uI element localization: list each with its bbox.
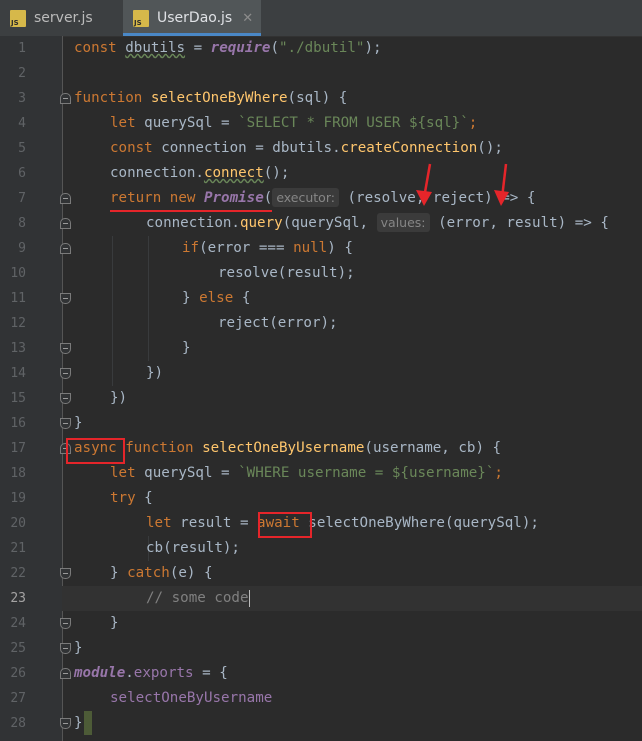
- line-number: 3: [18, 91, 26, 106]
- arrow-head-reject: [494, 190, 509, 206]
- line-number: 7: [18, 191, 26, 206]
- line-number: 9: [18, 241, 26, 256]
- fold-toggle-icon[interactable]: [60, 368, 71, 379]
- fold-toggle-icon[interactable]: [60, 643, 71, 654]
- code-line: } catch(e) {: [110, 565, 213, 581]
- line-number: 13: [10, 341, 26, 356]
- close-icon[interactable]: ✕: [242, 11, 253, 26]
- line-number: 2: [18, 66, 26, 81]
- line-number: 27: [10, 691, 26, 706]
- annotation-box-async: [66, 438, 125, 464]
- code-line: }: [110, 615, 119, 631]
- tab-label: UserDao.js: [157, 10, 233, 26]
- text-caret: [248, 589, 250, 607]
- line-number: 21: [10, 541, 26, 556]
- code-line: }: [74, 415, 83, 431]
- code-line: const dbutils = require("./dbutil");: [74, 40, 382, 56]
- code-line: resolve(result);: [218, 265, 355, 281]
- fold-toggle-icon[interactable]: [60, 668, 71, 679]
- code-line: }): [146, 365, 164, 381]
- code-line: try {: [110, 490, 153, 506]
- annotation-box-await: [258, 512, 312, 538]
- line-number: 1: [18, 41, 26, 56]
- arrow-head-resolve: [416, 190, 432, 206]
- fold-toggle-icon[interactable]: [60, 568, 71, 579]
- fold-toggle-icon[interactable]: [60, 718, 71, 729]
- parameter-hint: executor:: [272, 188, 339, 207]
- code-line: cb(result);: [146, 540, 240, 556]
- fold-toggle-icon[interactable]: [60, 343, 71, 354]
- fold-toggle-icon[interactable]: [60, 293, 71, 304]
- line-number: 15: [10, 391, 26, 406]
- caret-line-marker: [84, 711, 92, 735]
- code-line: }: [74, 715, 83, 731]
- line-number: 16: [10, 416, 26, 431]
- line-number: 14: [10, 366, 26, 381]
- line-number: 19: [10, 491, 26, 506]
- fold-toggle-icon[interactable]: [60, 93, 71, 104]
- annotation-underline: [110, 210, 272, 212]
- annotation-arrows: [416, 163, 509, 206]
- line-number: 25: [10, 641, 26, 656]
- line-number: 24: [10, 616, 26, 631]
- tab-userdao-js[interactable]: JS UserDao.js ✕: [123, 0, 261, 36]
- fold-toggle-icon[interactable]: [60, 243, 71, 254]
- code-line: reject(error);: [218, 315, 338, 331]
- indent-guide: [148, 236, 149, 361]
- code-line: } else {: [182, 290, 251, 306]
- code-line: function selectOneByWhere(sql) {: [74, 90, 348, 106]
- fold-toggle-icon[interactable]: [60, 393, 71, 404]
- parameter-hint: values:: [376, 213, 430, 232]
- code-line: async function selectOneByUsername(usern…: [74, 440, 502, 456]
- code-line: }: [182, 340, 191, 356]
- code-line: module.exports = {: [74, 665, 228, 681]
- fold-toggle-icon[interactable]: [60, 218, 71, 229]
- line-number: 10: [10, 266, 26, 281]
- line-number: 28: [10, 716, 26, 731]
- line-number: 22: [10, 566, 26, 581]
- fold-toggle-icon[interactable]: [60, 618, 71, 629]
- line-number: 12: [10, 316, 26, 331]
- code-line: let result = await selectOneByWhere(quer…: [146, 515, 539, 531]
- code-line: const connection = dbutils.createConnect…: [110, 140, 503, 156]
- line-number: 17: [10, 441, 26, 456]
- fold-toggle-icon[interactable]: [60, 193, 71, 204]
- editor-tab-bar: JS server.js JS UserDao.js ✕: [0, 0, 642, 37]
- line-number: 23: [10, 591, 26, 606]
- code-line: selectOneByUsername: [110, 690, 273, 706]
- line-number: 6: [18, 166, 26, 181]
- code-line: }): [110, 390, 128, 406]
- code-line: // some code: [146, 589, 250, 607]
- tab-server-js[interactable]: JS server.js: [0, 0, 122, 36]
- code-line: let querySql = `SELECT * FROM USER ${sql…: [110, 115, 478, 131]
- js-file-icon: JS: [10, 9, 26, 27]
- line-number: 8: [18, 216, 26, 231]
- code-line: }: [74, 640, 83, 656]
- line-number: 11: [10, 291, 26, 306]
- code-line: connection.query(querySql, values: (erro…: [146, 213, 609, 232]
- line-number: 4: [18, 116, 26, 131]
- indent-guide: [112, 236, 113, 386]
- code-line: if(error === null) {: [182, 240, 353, 256]
- line-number: 18: [10, 466, 26, 481]
- tab-label: server.js: [34, 10, 93, 26]
- fold-toggle-icon[interactable]: [60, 418, 71, 429]
- line-number: 5: [18, 141, 26, 156]
- js-file-icon: JS: [133, 9, 149, 27]
- line-number: 26: [10, 666, 26, 681]
- line-number: 20: [10, 516, 26, 531]
- code-line: let querySql = `WHERE username = ${usern…: [110, 465, 503, 481]
- code-line: connection.connect();: [110, 165, 290, 181]
